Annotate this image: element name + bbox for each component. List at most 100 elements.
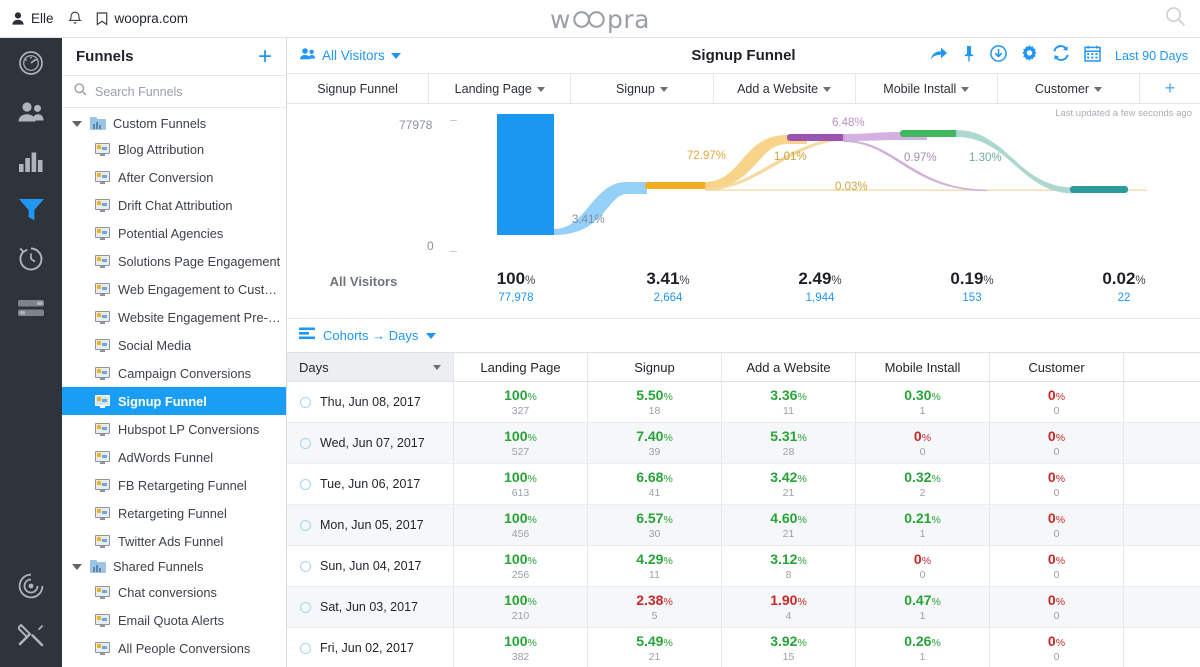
- search-icon[interactable]: [1165, 6, 1186, 32]
- cell-percent: 5.50%: [588, 387, 721, 403]
- add-funnel-button[interactable]: +: [258, 44, 272, 68]
- rail-item-journeys[interactable]: [0, 283, 62, 332]
- funnel-group-shared[interactable]: Shared Funnels: [62, 555, 286, 578]
- percent-sign: %: [921, 432, 932, 444]
- gear-icon[interactable]: [1021, 44, 1038, 67]
- rail-item-reports[interactable]: [0, 136, 62, 185]
- percent-sign: %: [797, 432, 807, 444]
- table-row[interactable]: Sat, Jun 03, 2017 100% 210 2.38% 5 1.90% 4 0.47…: [287, 587, 1200, 628]
- notifications-button[interactable]: [67, 11, 96, 26]
- table-cell-empty: [1124, 464, 1200, 504]
- sidebar-item-funnel[interactable]: All People Conversions: [62, 634, 286, 662]
- column-header-days[interactable]: Days: [287, 353, 454, 381]
- tab-step-2[interactable]: Signup: [571, 74, 714, 103]
- sidebar-item-funnel[interactable]: Potential Agencies: [62, 219, 286, 247]
- sidebar-item-funnel[interactable]: Chat conversions: [62, 578, 286, 606]
- column-header[interactable]: Mobile Install: [856, 353, 990, 381]
- table-row[interactable]: Tue, Jun 06, 2017 100% 613 6.68% 41 3.42% 21 0.…: [287, 464, 1200, 505]
- sidebar-item-funnel[interactable]: AdWords Funnel: [62, 443, 286, 471]
- cell-percent-value: 100: [504, 551, 528, 567]
- row-day-label: Sat, Jun 03, 2017: [320, 600, 418, 614]
- sidebar-item-funnel[interactable]: Social Media: [62, 331, 286, 359]
- percent-sign: %: [797, 637, 807, 649]
- column-header[interactable]: Add a Website: [722, 353, 856, 381]
- sidebar-item-label: Hubspot LP Conversions: [118, 421, 260, 437]
- segment-selector[interactable]: All Visitors: [299, 47, 401, 65]
- rail-item-triggers[interactable]: [0, 561, 62, 610]
- rail-item-retention[interactable]: [0, 234, 62, 283]
- cell-percent-value: 0: [1047, 469, 1056, 485]
- cell-percent: 0%: [990, 387, 1123, 403]
- summary-step-1: 3.41% 2,664: [592, 259, 744, 317]
- funnels-search[interactable]: [62, 76, 286, 108]
- tab-step-1[interactable]: Landing Page: [429, 74, 572, 103]
- bookmark-icon: [96, 11, 108, 26]
- sidebar-item-funnel[interactable]: After Conversion: [62, 163, 286, 191]
- rail-item-settings[interactable]: [0, 610, 62, 659]
- sidebar-item-funnel[interactable]: Retargeting Funnel: [62, 499, 286, 527]
- cell-percent-value: 3.42: [770, 469, 798, 485]
- user-menu[interactable]: Elle: [12, 11, 68, 26]
- rail-item-funnels[interactable]: [0, 185, 62, 234]
- chevron-down-icon: [72, 120, 82, 127]
- percent-sign: %: [1055, 473, 1066, 485]
- tab-step-4[interactable]: Mobile Install: [856, 74, 998, 103]
- cell-percent: 5.49%: [588, 633, 721, 649]
- rail-item-people[interactable]: [0, 87, 62, 136]
- cell-percent-value: 100: [504, 387, 528, 403]
- add-step-button[interactable]: +: [1140, 74, 1200, 103]
- cell-percent: 0.30%: [856, 387, 989, 403]
- tab-step-5[interactable]: Customer: [998, 74, 1141, 103]
- site-selector[interactable]: woopra.com: [96, 11, 203, 26]
- sidebar-item-label: Blog Attribution: [118, 141, 205, 157]
- sidebar-item-funnel[interactable]: Campaign Conversions: [62, 359, 286, 387]
- table-row[interactable]: Sun, Jun 04, 2017 100% 256 4.29% 11 3.12% 8 0% 0…: [287, 546, 1200, 587]
- circle-icon: [300, 642, 311, 654]
- cell-percent: 0%: [990, 469, 1123, 485]
- cell-percent-value: 0: [1047, 510, 1056, 526]
- cohorts-selector[interactable]: Cohorts → Days: [287, 319, 1200, 352]
- column-header[interactable]: Landing Page: [454, 353, 588, 381]
- icon-rail: [0, 38, 62, 667]
- tab-step-3[interactable]: Add a Website: [714, 74, 856, 103]
- cell-percent-value: 0: [1047, 592, 1056, 608]
- cell-percent-value: 3.36: [770, 387, 798, 403]
- funnel-group-custom[interactable]: Custom Funnels: [62, 112, 286, 135]
- sidebar-item-funnel[interactable]: Twitter Ads Funnel: [62, 527, 286, 555]
- cell-count: 527: [511, 446, 530, 458]
- sidebar-item-funnel[interactable]: Hubspot LP Conversions: [62, 415, 286, 443]
- row-day-cell: Wed, Jun 07, 2017: [287, 423, 454, 463]
- table-cell: 5.31% 28: [722, 423, 856, 463]
- table-cell-empty: [1124, 587, 1200, 627]
- table-cell: 100% 527: [454, 423, 588, 463]
- cell-count: 2: [919, 487, 926, 499]
- date-range-label[interactable]: Last 90 Days: [1115, 49, 1188, 63]
- rail-item-dashboard[interactable]: [0, 38, 62, 87]
- table-cell: 3.92% 15: [722, 628, 856, 667]
- table-row[interactable]: Fri, Jun 02, 2017 100% 382 5.49% 21 3.92% 15 0.…: [287, 628, 1200, 667]
- sidebar-item-funnel[interactable]: Web Engagement to Cust…: [62, 275, 286, 303]
- sidebar-item-funnel[interactable]: Email Quota Alerts: [62, 606, 286, 634]
- download-icon[interactable]: [990, 44, 1007, 67]
- sidebar-item-funnel[interactable]: Drift Chat Attribution: [62, 191, 286, 219]
- sidebar-item-funnel[interactable]: Website Engagement Pre-…: [62, 303, 286, 331]
- pin-icon[interactable]: [962, 45, 976, 67]
- tab-step-0[interactable]: Signup Funnel: [287, 74, 430, 103]
- refresh-icon[interactable]: [1052, 45, 1070, 66]
- sidebar-item-funnel[interactable]: FB Retargeting Funnel: [62, 471, 286, 499]
- table-row[interactable]: Thu, Jun 08, 2017 100% 327 5.50% 18 3.36% 11 0.…: [287, 382, 1200, 423]
- table-row[interactable]: Wed, Jun 07, 2017 100% 527 7.40% 39 5.31% 28 0%…: [287, 423, 1200, 464]
- cohorts-table: Days Landing Page Signup Add a Website Mobil…: [287, 352, 1200, 667]
- cell-percent: 100%: [454, 469, 587, 485]
- sidebar-item-funnel[interactable]: Solutions Page Engagement: [62, 247, 286, 275]
- calendar-icon[interactable]: [1084, 45, 1101, 67]
- table-row[interactable]: Mon, Jun 05, 2017 100% 456 6.57% 30 4.60% 21 0.…: [287, 505, 1200, 546]
- search-input[interactable]: [95, 84, 255, 99]
- sidebar-item-funnel[interactable]: Signup Funnel: [62, 387, 286, 415]
- sidebar-item-label: Signup Funnel: [118, 393, 207, 409]
- table-cell: 3.42% 21: [722, 464, 856, 504]
- column-header[interactable]: Customer: [990, 353, 1124, 381]
- share-arrow-icon[interactable]: [930, 46, 948, 66]
- sidebar-item-funnel[interactable]: Blog Attribution: [62, 135, 286, 163]
- column-header[interactable]: Signup: [588, 353, 722, 381]
